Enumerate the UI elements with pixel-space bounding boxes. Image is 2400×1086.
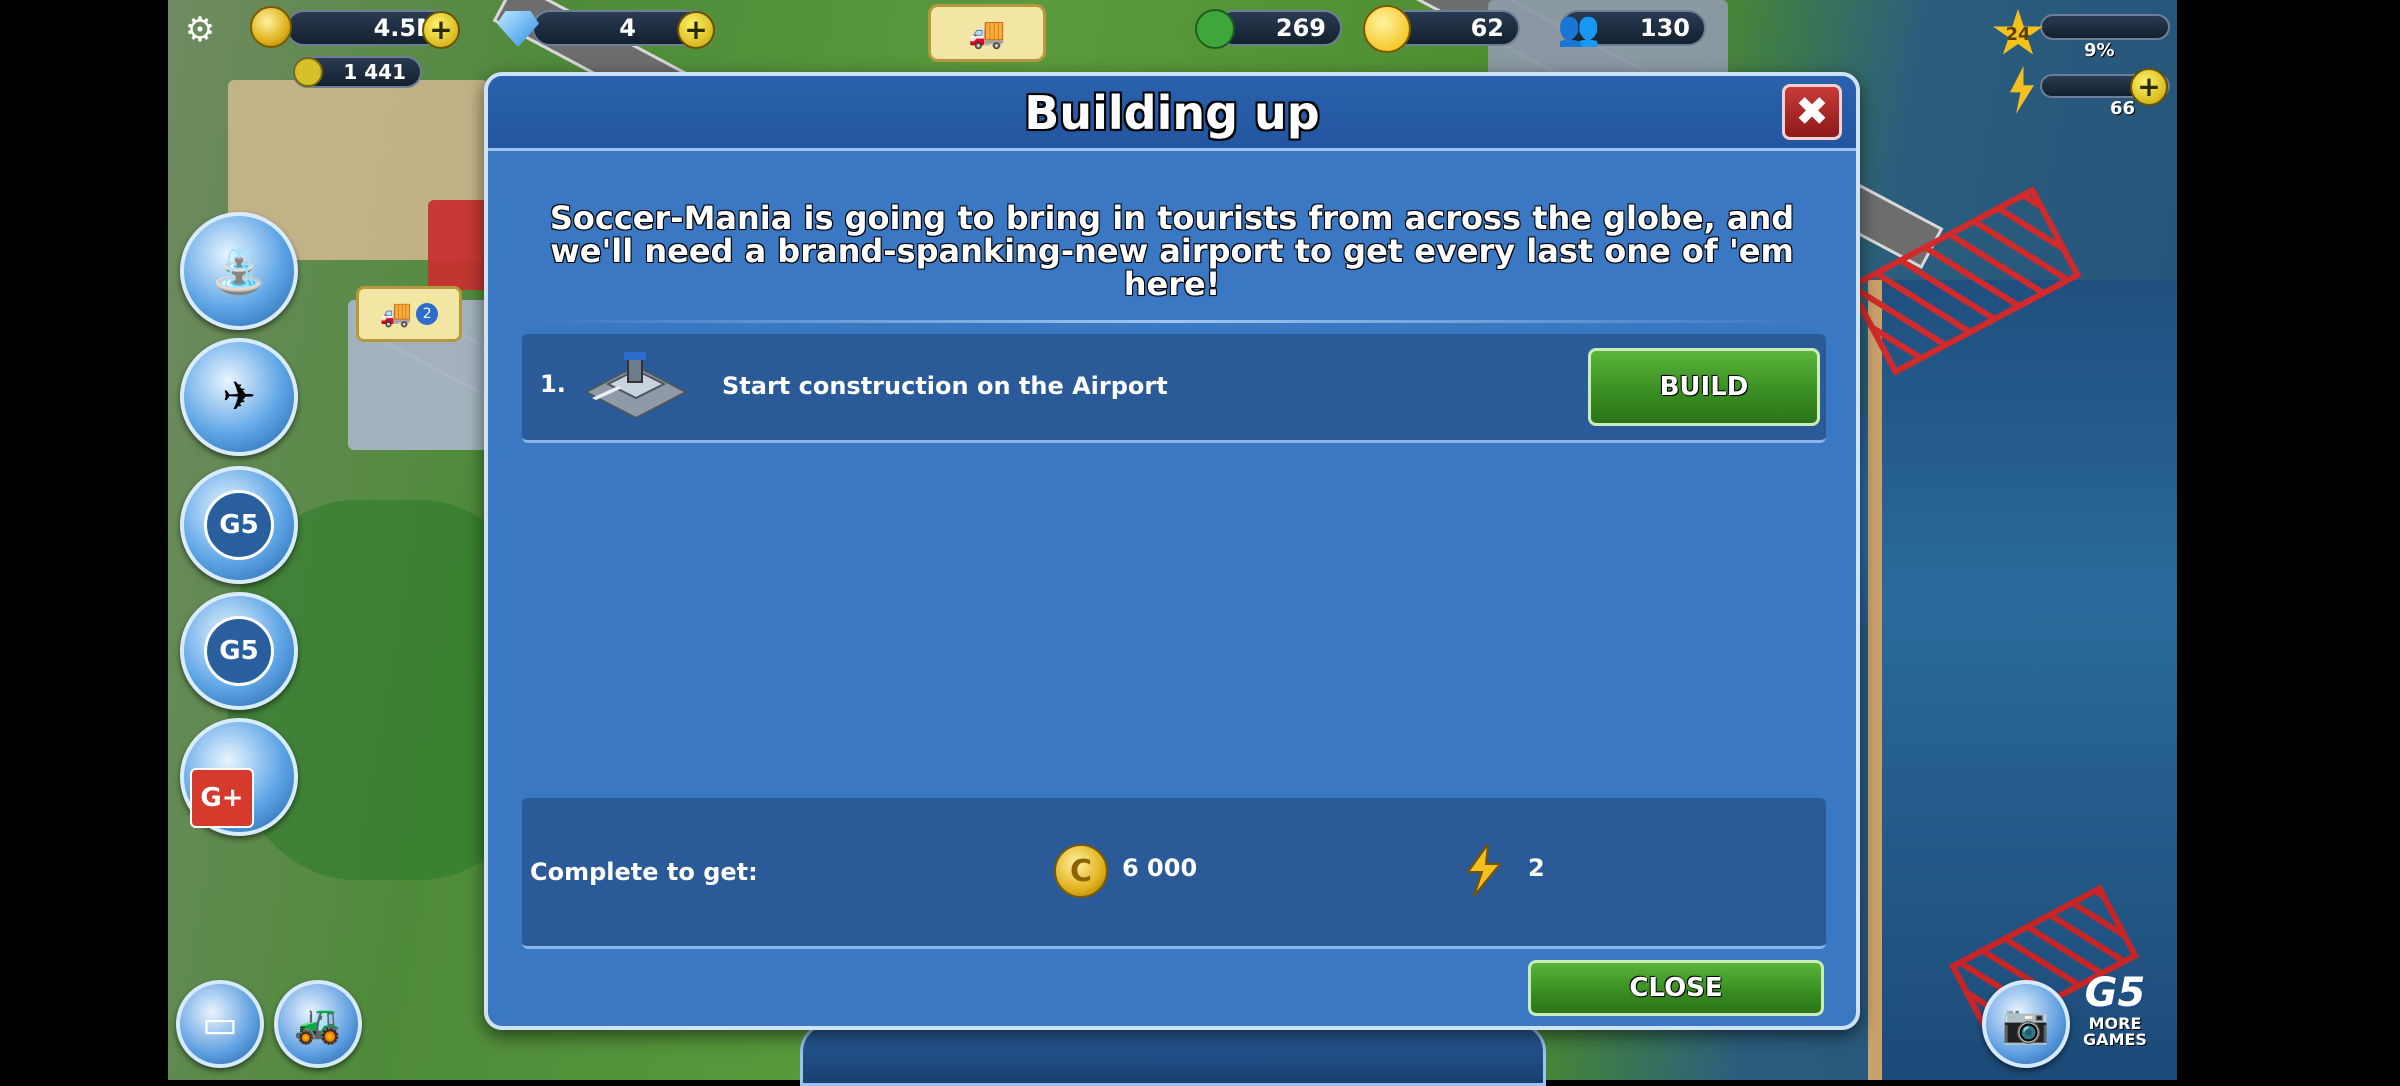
delivery-truck-icon[interactable]: 🚚 bbox=[928, 4, 1046, 62]
g5-mail-button[interactable]: G5 bbox=[180, 466, 298, 584]
level-value: 24 bbox=[2005, 23, 2031, 45]
bulldozer-icon: 🚜 bbox=[294, 1001, 342, 1046]
airport-icon bbox=[583, 352, 689, 420]
more-games-button[interactable]: G5 MORE GAMES bbox=[2070, 970, 2160, 1070]
task-row: 1. Start construction on the Airport BUI… bbox=[522, 334, 1826, 443]
dialog-title-bar: Building up ✖ bbox=[488, 76, 1856, 151]
g5-twitter-icon: G5 bbox=[204, 616, 274, 686]
truck-icon: 🚚 bbox=[379, 299, 413, 329]
dialog-intro-text: Soccer-Mania is going to bring in touris… bbox=[549, 199, 1795, 303]
add-coins-button[interactable]: + bbox=[422, 11, 460, 49]
road-tool-button[interactable]: ▭ bbox=[176, 980, 264, 1068]
delivery-notification[interactable]: 🚚 2 bbox=[356, 286, 462, 342]
bottom-toolbar[interactable] bbox=[800, 1022, 1546, 1086]
close-button[interactable]: CLOSE bbox=[1528, 960, 1824, 1016]
camera-button[interactable]: 📷 bbox=[1982, 980, 2070, 1068]
task-description: Start construction on the Airport bbox=[722, 372, 1168, 400]
divider bbox=[528, 320, 1816, 323]
population-value: 130 bbox=[1639, 14, 1690, 42]
fountain-building-button[interactable]: ⛲ bbox=[180, 212, 298, 330]
coin-icon: C bbox=[1054, 844, 1108, 898]
happiness-value: 62 bbox=[1470, 14, 1504, 42]
population-icon: 👥 bbox=[1557, 9, 1601, 49]
build-button[interactable]: BUILD bbox=[1588, 348, 1820, 426]
reward-energy-value: 2 bbox=[1528, 854, 1545, 882]
g5-icon: G5 bbox=[204, 490, 274, 560]
tree-icon bbox=[1190, 4, 1240, 54]
star-icon: 24 bbox=[1988, 6, 2048, 62]
gear-icon[interactable]: ⚙ bbox=[180, 10, 220, 50]
delivery-badge: 2 bbox=[416, 303, 439, 325]
google-plus-button[interactable]: G+ bbox=[180, 718, 298, 836]
money-bag-icon bbox=[290, 54, 326, 90]
lightning-icon bbox=[2000, 62, 2044, 118]
add-energy-button[interactable]: + bbox=[2130, 68, 2168, 106]
bulldozer-button[interactable]: 🚜 bbox=[274, 980, 362, 1068]
google-plus-icon: G+ bbox=[190, 768, 254, 828]
energy-value: 66 bbox=[2110, 98, 2136, 119]
airport-building-button[interactable]: ✈ bbox=[180, 338, 298, 456]
dialog-title: Building up bbox=[1024, 86, 1320, 140]
add-gems-button[interactable]: + bbox=[677, 11, 715, 49]
diamond-icon bbox=[490, 4, 546, 54]
secondary-currency-value: 1 441 bbox=[343, 60, 406, 84]
building-up-dialog: Building up ✖ Soccer-Mania is going to b… bbox=[484, 72, 1860, 1030]
trees-value: 269 bbox=[1275, 14, 1326, 42]
coins-icon bbox=[246, 2, 296, 52]
lightning-icon bbox=[1466, 844, 1502, 896]
level-progress-bar bbox=[2040, 14, 2170, 40]
road-icon: ▭ bbox=[202, 1002, 238, 1046]
reward-label: Complete to get: bbox=[530, 858, 758, 886]
task-number: 1. bbox=[540, 370, 566, 398]
twitter-button[interactable]: G5 bbox=[180, 592, 298, 710]
gems-value: 4 bbox=[619, 14, 636, 42]
camera-icon: 📷 bbox=[2002, 1001, 2050, 1046]
reward-row: Complete to get: C 6 000 2 bbox=[522, 798, 1826, 949]
g5-logo: G5 bbox=[2084, 970, 2146, 1016]
more-games-label: GAMES bbox=[2083, 1030, 2147, 1049]
close-icon[interactable]: ✖ bbox=[1782, 84, 1842, 140]
reward-coins-value: 6 000 bbox=[1122, 854, 1198, 882]
level-progress-value: 9% bbox=[2084, 40, 2115, 61]
smiley-icon bbox=[1360, 2, 1414, 56]
